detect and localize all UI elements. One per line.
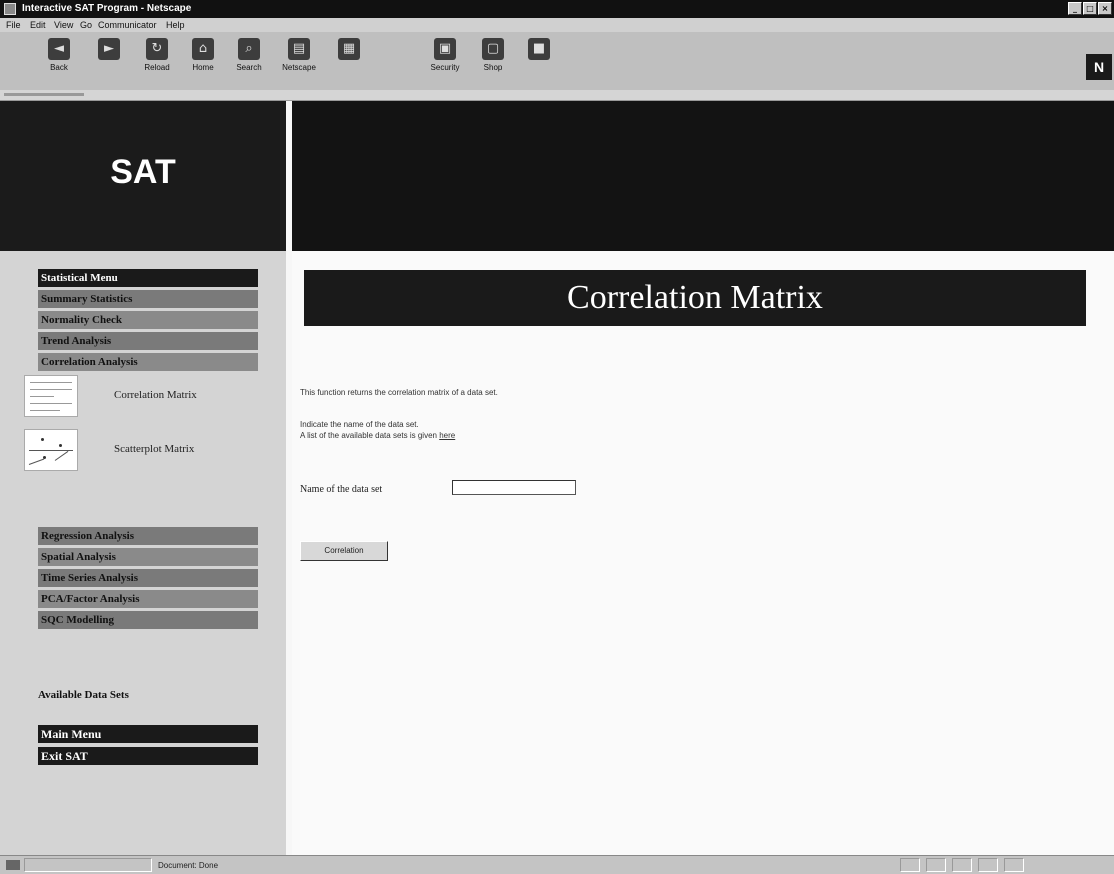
sat-logo: SAT: [110, 153, 176, 191]
plot-dot-icon: [41, 438, 44, 441]
menu-go[interactable]: Go: [80, 20, 92, 30]
sub-item-scatterplot-matrix[interactable]: Scatterplot Matrix: [24, 429, 258, 479]
progress-pane: [24, 858, 152, 872]
sidebar-item-correlation-analysis[interactable]: Correlation Analysis: [38, 353, 258, 371]
home-button[interactable]: ⌂ Home: [180, 38, 226, 82]
component-bar-mail-icon[interactable]: [926, 858, 946, 872]
lock-icon: ▣: [434, 38, 456, 60]
exit-sat-button[interactable]: Exit SAT: [38, 747, 258, 765]
menu-file[interactable]: File: [6, 20, 21, 30]
forward-arrow-icon: ►: [98, 38, 120, 60]
sidebar-item-summary-statistics[interactable]: Summary Statistics: [38, 290, 258, 308]
status-bar: Document: Done: [0, 855, 1114, 874]
plot-dot-icon: [59, 444, 62, 447]
reload-icon: ↻: [146, 38, 168, 60]
data-set-name-label: Name of the data set: [300, 484, 383, 495]
sidebar-item-sqc-modelling[interactable]: SQC Modelling: [38, 611, 258, 629]
security-status-icon[interactable]: [6, 860, 20, 870]
home-icon: ⌂: [192, 38, 214, 60]
menu-help[interactable]: Help: [166, 20, 185, 30]
window-controls: _ □ ×: [1068, 2, 1112, 15]
instruction-text: Indicate the name of the data set.: [300, 420, 419, 429]
status-text: Document: Done: [158, 861, 219, 870]
sidebar-item-time-series-analysis[interactable]: Time Series Analysis: [38, 569, 258, 587]
scatterplot-matrix-link[interactable]: Scatterplot Matrix: [114, 443, 194, 455]
print-button[interactable]: ▦: [326, 38, 372, 82]
menu-bar: File Edit View Go Communicator Help: [0, 18, 1114, 32]
reload-button[interactable]: ↻ Reload: [134, 38, 180, 82]
print-icon: ▦: [338, 38, 360, 60]
shop-button[interactable]: ▢ Shop: [470, 38, 516, 82]
sidebar: Statistical Menu Summary Statistics Norm…: [0, 251, 286, 855]
plot-line-icon: [54, 450, 69, 461]
data-sets-list-prefix: A list of the available data sets is giv…: [300, 431, 437, 440]
main-menu-button[interactable]: Main Menu: [38, 725, 258, 743]
component-bar-edit-icon[interactable]: [1004, 858, 1024, 872]
available-data-sets-link[interactable]: Available Data Sets: [38, 689, 129, 701]
location-toolbar: [0, 90, 1114, 101]
security-button[interactable]: ▣ Security: [422, 38, 468, 82]
sub-item-correlation-matrix[interactable]: Correlation Matrix: [24, 375, 258, 425]
component-bar-composer-icon[interactable]: [978, 858, 998, 872]
component-bar-discussion-icon[interactable]: [952, 858, 972, 872]
plot-line-icon: [28, 458, 45, 465]
page-content: SAT Statistical Menu Summary Statistics …: [0, 101, 1114, 855]
close-icon[interactable]: ×: [1098, 2, 1112, 15]
statistical-menu-heading: Statistical Menu: [38, 269, 258, 287]
netscape-icon: ▤: [288, 38, 310, 60]
navigation-toolbar: ◄ Back ► ↻ Reload ⌂ Home ⌕ Search ▤ Netscape …: [0, 32, 1114, 91]
main-panel: Correlation Matrix This function returns…: [292, 251, 1114, 855]
maximize-icon[interactable]: □: [1083, 2, 1097, 15]
title-bar: Interactive SAT Program - Netscape _ □ ×: [0, 0, 1114, 18]
back-arrow-icon: ◄: [48, 38, 70, 60]
app-icon: [4, 3, 16, 15]
forward-button[interactable]: ►: [86, 38, 132, 82]
menu-edit[interactable]: Edit: [30, 20, 46, 30]
header-banner: [292, 101, 1114, 251]
logo-panel: SAT: [0, 101, 286, 251]
netscape-button[interactable]: ▤ Netscape: [276, 38, 322, 82]
stop-icon: ■: [528, 38, 550, 60]
correlation-matrix-thumbnail: [24, 375, 78, 417]
search-button[interactable]: ⌕ Search: [226, 38, 272, 82]
scatterplot-matrix-thumbnail: [24, 429, 78, 471]
sidebar-item-regression-analysis[interactable]: Regression Analysis: [38, 527, 258, 545]
menu-communicator[interactable]: Communicator: [98, 20, 157, 30]
minimize-icon[interactable]: _: [1068, 2, 1082, 15]
window-title: Interactive SAT Program - Netscape: [22, 3, 192, 14]
netscape-window: Interactive SAT Program - Netscape _ □ ×…: [0, 0, 1114, 874]
toolbar-grip[interactable]: [4, 93, 84, 96]
data-set-name-input[interactable]: [452, 480, 576, 495]
menu-view[interactable]: View: [54, 20, 73, 30]
shop-icon: ▢: [482, 38, 504, 60]
netscape-throbber[interactable]: N: [1086, 54, 1112, 80]
page-title: Correlation Matrix: [304, 270, 1086, 326]
correlation-button[interactable]: Correlation: [300, 541, 388, 561]
sidebar-item-pca-factor-analysis[interactable]: PCA/Factor Analysis: [38, 590, 258, 608]
sidebar-item-spatial-analysis[interactable]: Spatial Analysis: [38, 548, 258, 566]
data-sets-list-text: A list of the available data sets is giv…: [300, 431, 455, 440]
sidebar-item-normality-check[interactable]: Normality Check: [38, 311, 258, 329]
component-bar-navigator-icon[interactable]: [900, 858, 920, 872]
function-description: This function returns the correlation ma…: [300, 388, 498, 397]
sidebar-item-trend-analysis[interactable]: Trend Analysis: [38, 332, 258, 350]
back-button[interactable]: ◄ Back: [36, 38, 82, 82]
correlation-matrix-link[interactable]: Correlation Matrix: [114, 389, 197, 401]
search-icon: ⌕: [238, 38, 260, 60]
data-sets-here-link[interactable]: here: [439, 431, 455, 440]
stop-button[interactable]: ■: [516, 38, 562, 82]
